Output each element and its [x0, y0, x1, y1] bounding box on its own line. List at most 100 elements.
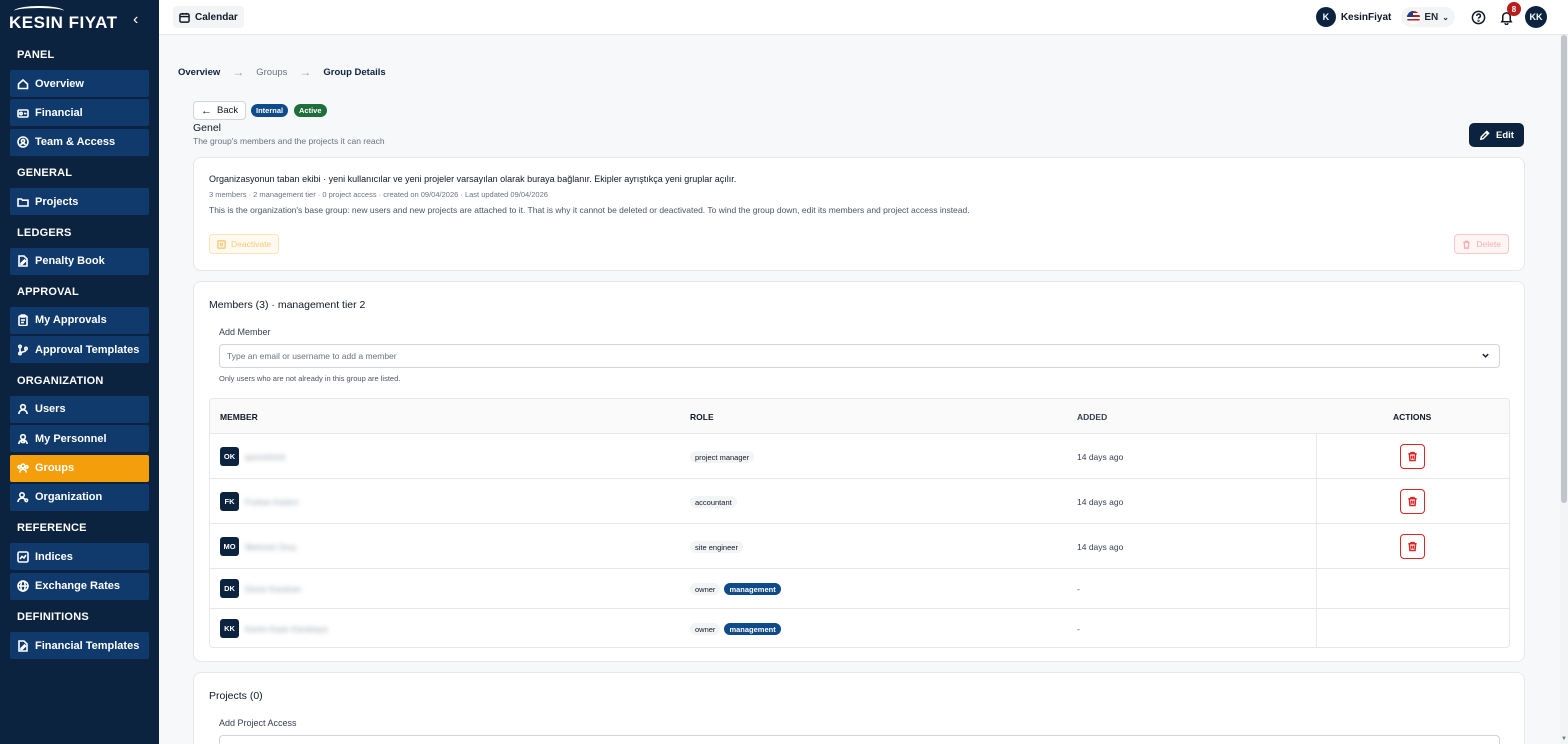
trash-icon	[1408, 496, 1417, 507]
brand-name: KESIN FIYAT	[9, 13, 118, 32]
sidebar-item-label: Financial Templates	[35, 639, 140, 652]
management-badge: management	[724, 623, 781, 635]
user-cog-icon	[17, 491, 29, 503]
member-name: Kerim Kaan Karakaya	[245, 624, 328, 634]
table-row: MO Mehmet Oruç site engineer 14 days ago	[210, 524, 1509, 569]
member-name: Mehmet Oruç	[245, 542, 297, 552]
chevron-down-icon: ⌄	[1442, 12, 1449, 22]
scrollbar-thumb[interactable]	[1561, 35, 1567, 503]
sidebar-item-team-access[interactable]: Team & Access	[10, 128, 149, 156]
trash-icon	[1463, 240, 1471, 249]
sidebar-item-financial-templates[interactable]: Financial Templates	[10, 632, 149, 660]
section-title-organization: ORGANIZATION	[17, 374, 104, 387]
sidebar-item-label: Groups	[35, 462, 75, 475]
member-added: 14 days ago	[1077, 542, 1124, 552]
collapse-sidebar-icon[interactable]: ‹	[133, 12, 145, 28]
table-row: DK Deniz Karahan owner management -	[210, 569, 1509, 609]
edit-label: Edit	[1496, 129, 1514, 141]
org-name: KesinFiyat	[1340, 11, 1392, 23]
remove-member-button[interactable]	[1400, 534, 1425, 559]
trash-icon	[1408, 451, 1417, 462]
wallet-icon	[17, 107, 29, 119]
edit-button[interactable]: Edit	[1469, 123, 1524, 147]
member-name: Deniz Karahan	[245, 584, 302, 594]
member-avatar: OK	[220, 447, 239, 466]
base-group-notice: This is the organization's base group: n…	[209, 205, 970, 215]
brand-logo[interactable]: KESIN FIYAT ‹	[0, 0, 159, 40]
breadcrumb-groups[interactable]: Groups	[256, 67, 287, 78]
member-added: -	[1077, 624, 1080, 634]
us-flag-icon	[1407, 10, 1421, 24]
back-button[interactable]: ← Back	[193, 101, 247, 120]
internal-badge: Internal	[251, 104, 289, 117]
member-roles: site engineer	[690, 541, 747, 553]
users-icon	[17, 433, 29, 445]
table-row: FK Furkan Kadım accountant 14 days ago	[210, 479, 1509, 524]
sidebar-item-indices[interactable]: Indices	[10, 543, 149, 571]
sidebar-item-label: Projects	[35, 195, 79, 208]
role-badge: owner	[690, 623, 721, 635]
notification-count: 8	[1507, 2, 1521, 16]
chevron-down-icon	[1481, 351, 1490, 360]
scroll-down-arrow-icon[interactable]: ▼	[1560, 736, 1568, 744]
sidebar-item-overview[interactable]: Overview	[10, 70, 149, 97]
notifications-button[interactable]: 8	[1497, 2, 1521, 26]
sidebar-nav: PANEL Overview Financial Team & Access GENER…	[0, 40, 159, 660]
calendar-label: Calendar	[195, 11, 238, 23]
org-user-chip[interactable]: K KesinFiyat	[1315, 7, 1392, 27]
sidebar-item-projects[interactable]: Projects	[10, 188, 149, 216]
group-meta: 3 members · 2 management tier · 0 projec…	[209, 190, 548, 199]
member-avatar: DK	[220, 579, 239, 598]
globe-icon	[17, 580, 29, 592]
members-title: Members (3) · management tier 2	[209, 299, 366, 311]
deactivate-button[interactable]: Deactivate	[209, 234, 280, 254]
remove-member-button[interactable]	[1400, 489, 1425, 514]
section-title-definitions: DEFINITIONS	[17, 611, 89, 624]
role-badge: project manager	[690, 451, 755, 463]
group-icon	[17, 462, 29, 474]
member-roles: project manager	[690, 451, 758, 463]
user-icon	[17, 403, 29, 415]
sidebar-item-users[interactable]: Users	[10, 395, 149, 423]
header-tools: K KesinFiyat EN ⌄ 8 KK	[1315, 2, 1568, 29]
section-title-ledgers: LEDGERS	[17, 226, 72, 239]
add-project-input[interactable]	[219, 735, 1500, 744]
arrow-left-icon: ←	[201, 104, 212, 117]
sidebar-item-approval-templates[interactable]: Approval Templates	[10, 336, 149, 364]
user-avatar[interactable]: KK	[1525, 6, 1547, 28]
calendar-button[interactable]: Calendar	[173, 6, 244, 28]
sidebar-item-groups[interactable]: Groups	[10, 454, 149, 482]
sidebar-item-financial[interactable]: Financial	[10, 99, 149, 127]
back-label: Back	[217, 105, 239, 116]
sidebar-item-my-personnel[interactable]: My Personnel	[10, 425, 149, 453]
group-subtitle: The group's members and the projects it …	[193, 136, 385, 146]
delete-button[interactable]: Delete	[1454, 234, 1509, 254]
sidebar: KESIN FIYAT ‹ PANEL Overview Financial Team…	[0, 0, 159, 744]
shield-user-icon	[17, 136, 29, 149]
member-added: -	[1077, 584, 1080, 594]
sidebar-item-organization[interactable]: Organization	[10, 483, 149, 511]
home-icon	[17, 78, 29, 90]
help-button[interactable]	[1469, 8, 1487, 26]
help-icon	[1471, 10, 1485, 24]
member-added: 14 days ago	[1077, 452, 1124, 462]
section-title-approval: APPROVAL	[17, 285, 79, 298]
column-member: MEMBER	[220, 412, 258, 422]
breadcrumb-overview[interactable]: Overview	[178, 67, 220, 78]
branch-icon	[17, 344, 29, 356]
folder-icon	[17, 196, 29, 208]
sidebar-item-my-approvals[interactable]: My Approvals	[10, 306, 149, 334]
sidebar-item-label: Team & Access	[35, 136, 116, 149]
language-selector[interactable]: EN ⌄	[1401, 7, 1455, 27]
sidebar-item-label: Approval Templates	[35, 343, 140, 356]
group-info-card: Organizasyonun taban ekibi · yeni kullan…	[193, 157, 1525, 271]
members-table: MEMBER ROLE ADDED ACTIONS OK qonorkhmt pro…	[209, 398, 1510, 648]
page-scrollbar[interactable]: ▼	[1560, 35, 1568, 744]
table-row: OK qonorkhmt project manager 14 days ago	[210, 434, 1509, 479]
sidebar-item-exchange-rates[interactable]: Exchange Rates	[10, 572, 149, 600]
sidebar-item-penalty-book[interactable]: Penalty Book	[10, 247, 149, 275]
member-avatar: KK	[220, 619, 239, 638]
sidebar-item-label: My Personnel	[35, 432, 107, 445]
remove-member-button[interactable]	[1400, 444, 1425, 469]
add-member-input[interactable]: Type an email or username to add a membe…	[219, 344, 1500, 368]
